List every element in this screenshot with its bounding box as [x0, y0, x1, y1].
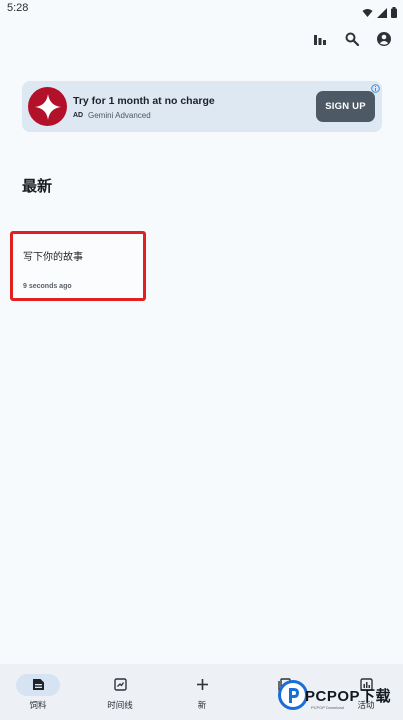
- battery-icon: [391, 3, 397, 22]
- plus-icon: [196, 676, 209, 695]
- sign-up-button[interactable]: SIGN UP: [316, 91, 375, 122]
- timeline-icon: [113, 676, 127, 695]
- ad-title: Try for 1 month at no charge: [73, 95, 215, 107]
- nav-active-indicator: [16, 674, 60, 696]
- status-time: 5:28: [7, 2, 29, 14]
- status-icons: [362, 3, 397, 22]
- pcpop-logo-icon: [278, 680, 308, 710]
- nav-item-feed[interactable]: 饲料: [8, 672, 68, 716]
- nav-label-timeline: 时间线: [107, 701, 133, 711]
- nav-icon-container: [98, 674, 142, 696]
- ad-tag: AD: [73, 112, 84, 119]
- bar-chart-icon[interactable]: [309, 28, 331, 50]
- signal-icon: [377, 3, 387, 22]
- gemini-logo-icon: [28, 87, 67, 126]
- pcpop-watermark: PCPOP下载 PCPOP Download: [278, 680, 403, 720]
- top-toolbar: [309, 28, 395, 50]
- watermark-text: PCPOP下载: [305, 688, 392, 705]
- nav-label-new: 新: [197, 701, 207, 711]
- wifi-icon: [362, 3, 373, 22]
- watermark-subtext: PCPOP Download: [311, 705, 344, 710]
- ad-info-icon[interactable]: [370, 83, 380, 93]
- status-bar: 5:28: [0, 0, 403, 18]
- story-title: 写下你的故事: [23, 252, 83, 263]
- feed-icon: [32, 676, 45, 695]
- account-icon[interactable]: [373, 28, 395, 50]
- nav-icon-container: [180, 674, 224, 696]
- story-timestamp: 9 seconds ago: [23, 283, 72, 290]
- section-title: 最新: [22, 177, 53, 195]
- ad-advertiser: Gemini Advanced: [88, 111, 151, 120]
- nav-item-timeline[interactable]: 时间线: [90, 672, 150, 716]
- ad-banner[interactable]: Try for 1 month at no charge AD Gemini A…: [22, 81, 382, 132]
- story-card[interactable]: 写下你的故事 9 seconds ago: [10, 231, 146, 301]
- search-icon[interactable]: [341, 28, 363, 50]
- nav-item-new[interactable]: 新: [172, 672, 232, 716]
- nav-label-feed: 饲料: [29, 701, 47, 711]
